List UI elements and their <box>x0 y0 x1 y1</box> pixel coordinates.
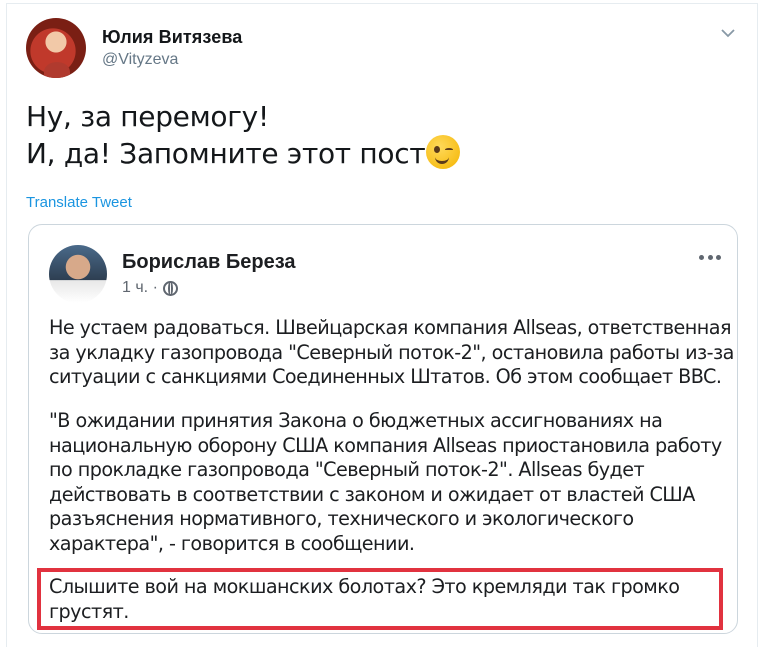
paragraph-line: по прокладке газопровода "Северный поток… <box>49 458 645 481</box>
embedded-post-meta: 1 ч. · <box>122 279 178 297</box>
tweet-text: Ну, за перемогу! И, да! Запомните этот п… <box>26 98 461 172</box>
author-handle[interactable]: @Vityzeva <box>102 51 178 69</box>
paragraph-line: Слышите вой на мокшанских болотах? Это к… <box>49 575 680 598</box>
more-options-icon <box>699 255 721 261</box>
embedded-post-paragraph-1: Не устаем радоваться. Швейцарская компан… <box>49 316 734 390</box>
translate-tweet-link[interactable]: Translate Tweet <box>26 194 132 211</box>
chevron-down-icon[interactable] <box>719 24 737 42</box>
tweet-text-line: И, да! Запомните этот пост <box>26 135 461 172</box>
paragraph-line: за укладку газопровода "Северный поток-2… <box>49 340 734 364</box>
embedded-post-paragraph-2: "В ожидании принятия Закона о бюджетных … <box>49 409 729 556</box>
embedded-author-name: Борислав Береза <box>122 251 296 273</box>
paragraph-line: грустят. <box>49 600 129 623</box>
paragraph-line: разъяснения нормативного, технического и… <box>49 507 634 530</box>
tweet-text-line-content: И, да! Запомните этот пост <box>26 137 426 170</box>
embedded-post[interactable]: Борислав Береза 1 ч. · Не устаем радоват… <box>28 224 738 634</box>
embedded-post-time: 1 ч. · <box>122 279 158 296</box>
highlighted-paragraph: Слышите вой на мокшанских болотах? Это к… <box>37 568 723 630</box>
paragraph-line: национальную оборону США компания Allsea… <box>49 433 722 457</box>
globe-icon <box>162 280 178 296</box>
author-name[interactable]: Юлия Витязева <box>102 27 242 48</box>
author-avatar[interactable] <box>26 18 86 78</box>
paragraph-line: Не устаем радоваться. Швейцарская компан… <box>49 316 732 339</box>
paragraph-line: характера", - говорится в сообщении. <box>49 531 415 555</box>
winking-face-emoji-icon <box>426 135 461 169</box>
paragraph-line: ситуации с санкциями Соединенных Штатов.… <box>49 365 722 388</box>
paragraph-line: действовать в соответствии с законом и о… <box>49 482 695 506</box>
tweet-card: Юлия Витязева @Vityzeva Ну, за перемогу!… <box>6 3 758 647</box>
tweet-text-line: Ну, за перемогу! <box>26 100 269 133</box>
embedded-author-avatar <box>49 245 107 303</box>
paragraph-line: "В ожидании принятия Закона о бюджетных … <box>49 409 663 432</box>
